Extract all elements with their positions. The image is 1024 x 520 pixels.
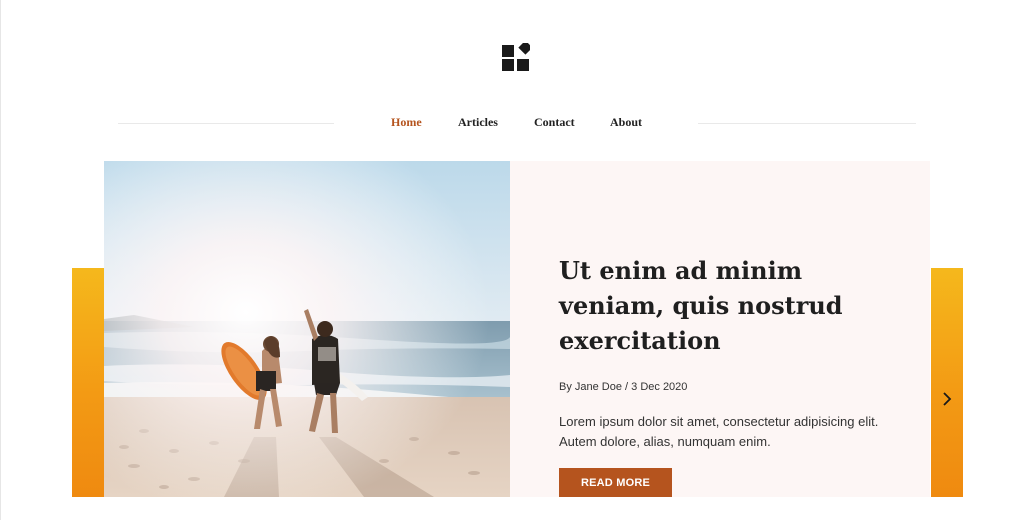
chevron-right-icon[interactable]: [937, 389, 957, 409]
post-title[interactable]: Ut enim ad minim veniam, quis nostrud ex…: [559, 253, 889, 358]
post-meta: By Jane Doe / 3 Dec 2020: [559, 381, 688, 393]
post-excerpt: Lorem ipsum dolor sit amet, consectetur …: [559, 414, 879, 449]
page-edge: [0, 0, 1, 520]
blocks-logo-icon[interactable]: [502, 43, 530, 71]
nav-divider-left: [118, 123, 334, 124]
beach-photo: [104, 161, 510, 497]
nav-divider-right: [698, 123, 916, 124]
nav-item-articles[interactable]: Articles: [458, 115, 498, 130]
nav-item-about[interactable]: About: [610, 115, 642, 130]
slider-accent-left: [72, 268, 104, 497]
nav-item-contact[interactable]: Contact: [534, 115, 575, 130]
hero-image: [104, 161, 510, 497]
featured-post-card: Ut enim ad minim veniam, quis nostrud ex…: [510, 161, 930, 497]
nav-item-home[interactable]: Home: [391, 115, 422, 130]
read-more-button[interactable]: READ MORE: [559, 468, 672, 497]
slider-accent-right: [931, 268, 963, 497]
